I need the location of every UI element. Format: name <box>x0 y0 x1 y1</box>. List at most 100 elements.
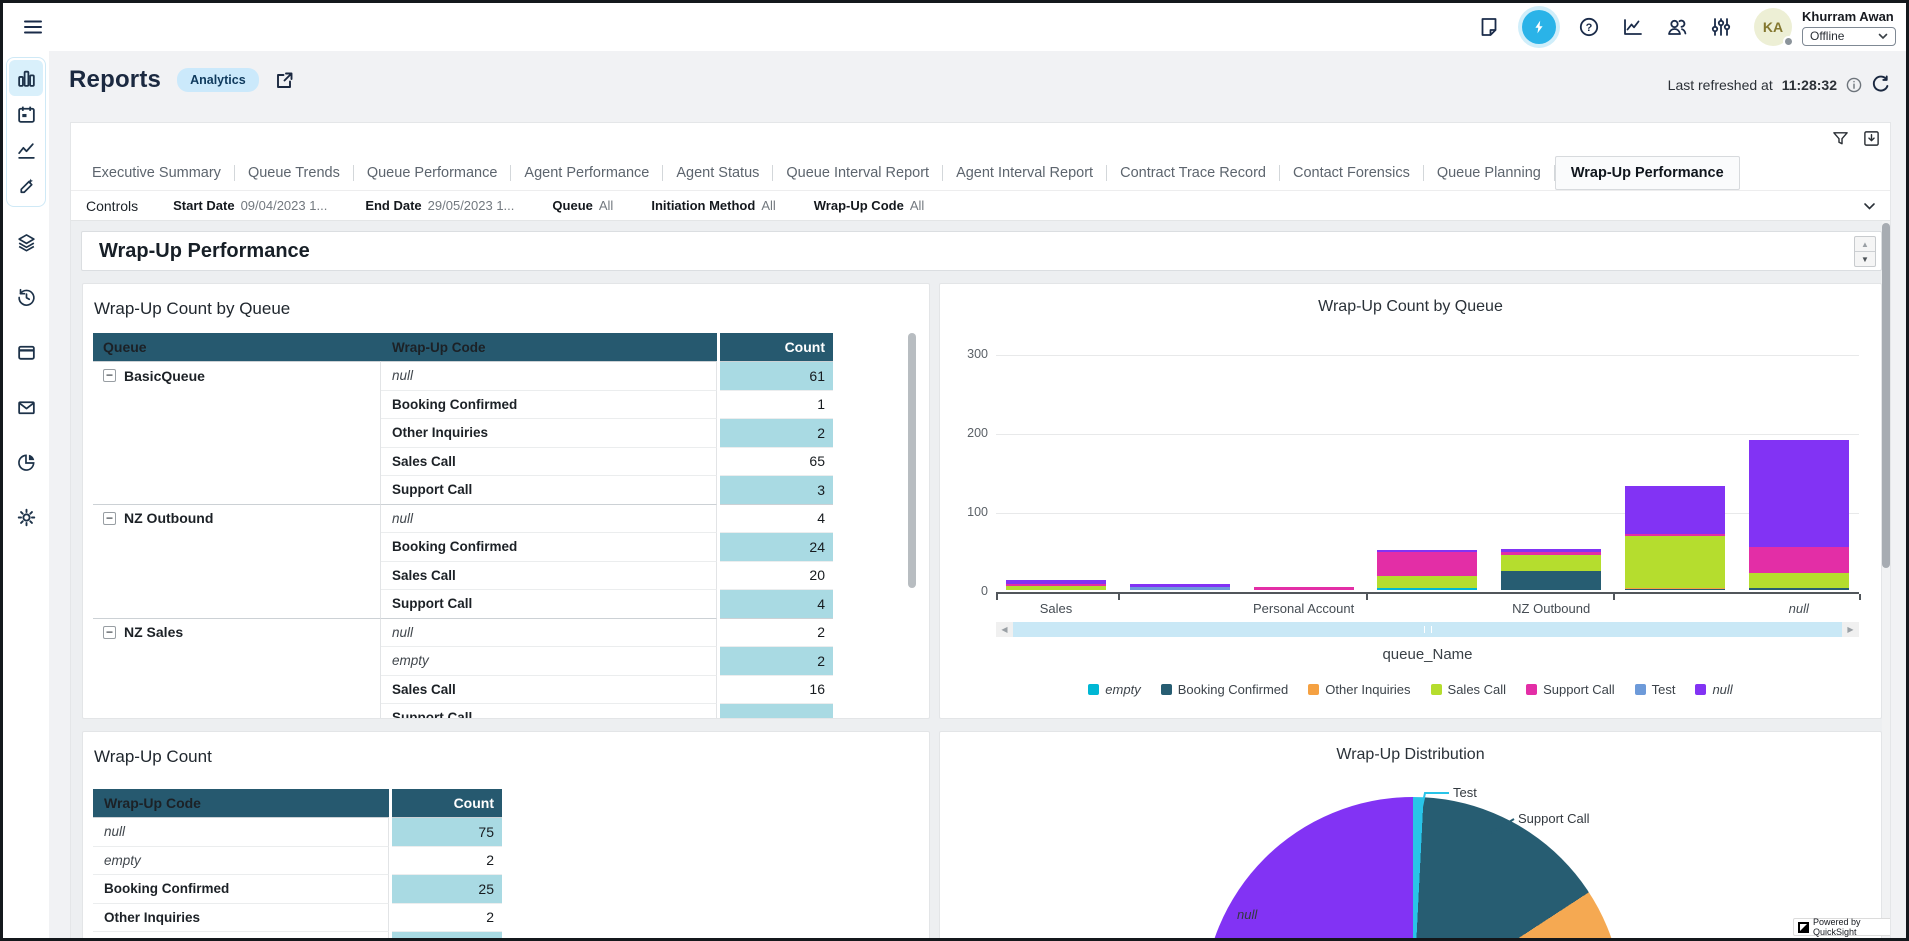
stacked-bar-sales[interactable] <box>1006 580 1106 590</box>
scroll-down-button[interactable]: ▼ <box>1855 252 1875 266</box>
collapse-group-icon[interactable]: − <box>103 512 116 525</box>
bar-segment[interactable] <box>1377 588 1477 590</box>
sidebar-item-settings[interactable] <box>9 499 43 535</box>
queue-cell <box>93 447 381 476</box>
table-scrollbar-thumb[interactable] <box>908 333 916 588</box>
collapse-group-icon[interactable]: − <box>103 369 116 382</box>
tab-executive-summary[interactable]: Executive Summary <box>79 165 234 181</box>
filter-end-date[interactable]: End Date29/05/2023 1... <box>365 198 514 213</box>
sidebar-item-workspace[interactable] <box>9 334 43 370</box>
scroll-right-arrow[interactable]: ▶ <box>1842 622 1859 637</box>
scroll-up-button[interactable]: ▲ <box>1855 237 1875 252</box>
legend-item-other-inquiries[interactable]: Other Inquiries <box>1308 682 1410 697</box>
bar-segment[interactable] <box>1130 587 1230 590</box>
tab-agent-performance[interactable]: Agent Performance <box>511 165 662 181</box>
dashboard-scrollbar-thumb[interactable] <box>1882 223 1890 568</box>
bar-segment[interactable] <box>1749 588 1849 590</box>
metrics-icon[interactable] <box>1622 16 1644 38</box>
tab-contract-trace-record[interactable]: Contract Trace Record <box>1107 165 1279 181</box>
wrapup-code-cell: Sales Call <box>93 931 389 938</box>
notes-icon[interactable] <box>1478 16 1500 38</box>
filter-label: Initiation Method <box>651 198 755 213</box>
avatar[interactable]: KA <box>1754 8 1792 46</box>
controls-collapse-icon[interactable] <box>1863 200 1876 213</box>
help-icon[interactable]: ? <box>1578 16 1600 38</box>
bar-segment[interactable] <box>1749 547 1849 572</box>
bar-segment[interactable] <box>1006 586 1106 590</box>
menu-icon[interactable] <box>22 16 44 38</box>
bar-segment[interactable] <box>1749 573 1849 589</box>
stacked-bar[interactable] <box>1377 550 1477 590</box>
sidebar-item-schedule[interactable] <box>9 96 43 132</box>
bar-segment[interactable] <box>1254 587 1354 590</box>
bar-segment[interactable] <box>1625 486 1725 534</box>
sidebar-item-history[interactable] <box>9 279 43 315</box>
sidebar-item-flows[interactable] <box>9 224 43 260</box>
tab-queue-interval-report[interactable]: Queue Interval Report <box>773 165 942 181</box>
contacts-icon[interactable] <box>1666 16 1688 38</box>
bar-segment[interactable] <box>1501 571 1601 590</box>
legend-item-test[interactable]: Test <box>1635 682 1676 697</box>
tab-contact-forensics[interactable]: Contact Forensics <box>1280 165 1423 181</box>
x-axis-tick <box>996 594 998 600</box>
bar-segment[interactable] <box>1377 576 1477 589</box>
refresh-icon[interactable] <box>1871 75 1890 94</box>
tab-queue-performance[interactable]: Queue Performance <box>354 165 511 181</box>
filter-icon[interactable] <box>1832 130 1849 147</box>
x-tick-label: null <box>1789 601 1809 616</box>
column-header-count[interactable]: Count <box>720 333 833 361</box>
stacked-bar-personal-account[interactable] <box>1254 587 1354 590</box>
sidebar-item-designer[interactable] <box>9 168 43 204</box>
stacked-bar-null[interactable] <box>1749 440 1849 590</box>
legend-item-booking-confirmed[interactable]: Booking Confirmed <box>1161 682 1289 697</box>
stacked-bar[interactable] <box>1625 486 1725 590</box>
sidebar-item-dashboards[interactable] <box>9 444 43 480</box>
filter-label: Wrap-Up Code <box>814 198 904 213</box>
stacked-bar-nz-outbound[interactable] <box>1501 549 1601 590</box>
tab-agent-interval-report[interactable]: Agent Interval Report <box>943 165 1106 181</box>
legend-swatch <box>1635 684 1646 695</box>
status-select[interactable]: Offline <box>1802 27 1896 46</box>
sidebar-item-reports[interactable] <box>9 60 43 96</box>
column-header-count[interactable]: Count <box>392 789 502 817</box>
column-header-wrapup-code[interactable]: Wrap-Up Code <box>381 333 717 361</box>
bar-segment[interactable] <box>1749 440 1849 547</box>
column-header-queue[interactable]: Queue <box>93 333 381 361</box>
tab-queue-planning[interactable]: Queue Planning <box>1424 165 1554 181</box>
download-icon[interactable] <box>1863 130 1880 147</box>
bar-segment[interactable] <box>1625 536 1725 587</box>
bar-segment[interactable] <box>1501 555 1601 571</box>
bar-segment[interactable] <box>1625 589 1725 590</box>
legend-item-sales-call[interactable]: Sales Call <box>1431 682 1507 697</box>
collapse-group-icon[interactable]: − <box>103 626 116 639</box>
legend-swatch <box>1308 684 1319 695</box>
legend-item-null[interactable]: null <box>1695 682 1732 697</box>
gridline <box>996 513 1859 514</box>
sidebar-item-mail[interactable] <box>9 389 43 425</box>
settings-sliders-icon[interactable] <box>1710 16 1732 38</box>
filter-wrap-up-code[interactable]: Wrap-Up Code All <box>814 198 925 213</box>
stacked-bar[interactable] <box>1130 584 1230 590</box>
sidebar-item-metrics[interactable] <box>9 132 43 168</box>
filter-queue[interactable]: QueueAll <box>552 198 613 213</box>
column-header-wrapup-code[interactable]: Wrap-Up Code <box>93 789 389 817</box>
analytics-badge: Analytics <box>177 68 259 92</box>
tab-wrap-up-performance[interactable]: Wrap-Up Performance <box>1555 156 1740 190</box>
filter-start-date[interactable]: Start Date09/04/2023 1... <box>173 198 327 213</box>
info-icon[interactable] <box>1846 77 1862 93</box>
history-icon <box>16 287 37 308</box>
zoom-scrollbar-track[interactable] <box>1013 622 1842 637</box>
filter-initiation-method[interactable]: Initiation MethodAll <box>651 198 775 213</box>
table-row: Support Call4 <box>93 589 833 618</box>
quicksight-badge[interactable]: Powered by QuickSight <box>1793 918 1890 936</box>
tab-queue-trends[interactable]: Queue Trends <box>235 165 353 181</box>
count-cell: 20 <box>720 561 833 590</box>
tab-agent-status[interactable]: Agent Status <box>663 165 772 181</box>
legend-item-support-call[interactable]: Support Call <box>1526 682 1615 697</box>
external-link-icon[interactable] <box>275 71 294 90</box>
filter-value: All <box>910 198 924 213</box>
scroll-left-arrow[interactable]: ◀ <box>996 622 1013 637</box>
legend-item-empty[interactable]: empty <box>1088 682 1140 697</box>
bar-segment[interactable] <box>1377 552 1477 576</box>
quick-actions-icon[interactable] <box>1522 10 1556 44</box>
